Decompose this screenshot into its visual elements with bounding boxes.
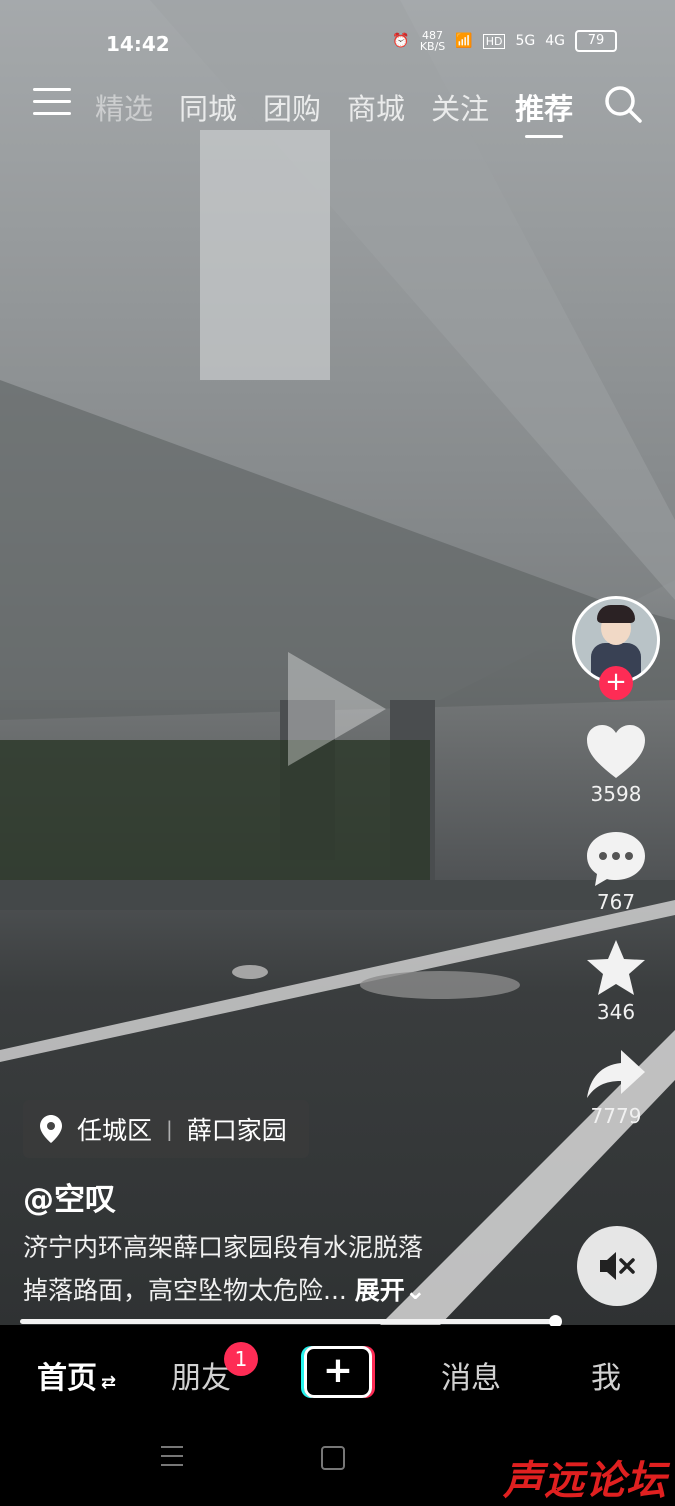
tab-local[interactable]: 同城	[179, 86, 237, 128]
mute-button[interactable]	[577, 1226, 657, 1306]
heart-icon	[587, 725, 645, 778]
play-icon[interactable]	[288, 652, 386, 766]
description-line-1: 济宁内环高架薛口家园段有水泥脱落	[23, 1233, 424, 1262]
like-button[interactable]: 3598	[569, 724, 663, 806]
nav-messages[interactable]: 消息	[441, 1353, 501, 1397]
share-icon	[587, 1050, 645, 1098]
nav-friends[interactable]: 朋友	[171, 1353, 231, 1397]
description-line-2: 掉落路面，高空坠物太危险...	[23, 1276, 347, 1305]
favorite-count: 346	[596, 1000, 636, 1024]
video-description: 济宁内环高架薛口家园段有水泥脱落 掉落路面，高空坠物太危险... 展开⌄	[23, 1226, 493, 1312]
favorite-button[interactable]: 346	[569, 938, 663, 1024]
status-time: 14:42	[106, 32, 170, 56]
follow-button[interactable]: +	[599, 666, 633, 700]
create-button[interactable]: +	[304, 1346, 372, 1398]
top-navigation: 精选 同城 团购 商城 关注 推荐	[0, 82, 675, 138]
recents-icon[interactable]	[161, 1446, 183, 1473]
video-progress-bar[interactable]	[20, 1315, 562, 1328]
menu-icon[interactable]	[33, 88, 71, 120]
nav-home[interactable]: 首页 ⇄	[37, 1353, 116, 1397]
net-speed: 487 KB/S	[419, 29, 446, 53]
switch-icon: ⇄	[101, 1372, 117, 1393]
action-rail: + 3598 767 346 7779	[569, 596, 663, 1128]
signal-4g: 4G	[545, 33, 565, 49]
star-icon	[587, 940, 645, 995]
search-icon[interactable]	[603, 84, 643, 124]
location-separator: |	[166, 1117, 173, 1141]
location-tag[interactable]: 任城区 | 薛口家园	[23, 1100, 309, 1158]
share-button[interactable]: 7779	[569, 1048, 663, 1128]
share-count: 7779	[590, 1104, 642, 1128]
status-bar: 14:42 ⏰ 487 KB/S 📶 HD 5G 4G 79	[0, 30, 675, 60]
tab-recommended[interactable]: 推荐	[515, 86, 573, 138]
speaker-muted-icon	[600, 1252, 635, 1280]
tab-group-buy[interactable]: 团购	[263, 86, 321, 128]
wifi-icon: 📶	[455, 33, 473, 49]
tab-featured[interactable]: 精选	[95, 86, 153, 128]
watermark-logo: 声远论坛	[503, 1458, 667, 1504]
home-icon[interactable]	[321, 1446, 345, 1470]
tab-mall[interactable]: 商城	[347, 86, 405, 128]
location-pin-icon	[40, 1115, 62, 1143]
comment-count: 767	[596, 890, 636, 914]
like-count: 3598	[590, 782, 642, 806]
battery-level: 79	[575, 30, 617, 52]
expand-button[interactable]: 展开⌄	[355, 1276, 426, 1305]
friends-badge: 1	[224, 1342, 258, 1376]
comment-icon	[587, 832, 645, 886]
hd-badge: HD	[482, 33, 506, 49]
author-name[interactable]: @空叹	[23, 1174, 116, 1219]
location-district: 任城区	[77, 1116, 153, 1145]
tab-following[interactable]: 关注	[431, 86, 489, 128]
alarm-icon: ⏰	[392, 33, 410, 49]
nav-me[interactable]: 我	[591, 1353, 621, 1397]
bottom-navigation: 首页 ⇄ 朋友 1 + 消息 我	[0, 1326, 675, 1420]
comment-button[interactable]: 767	[569, 830, 663, 914]
location-place: 薛口家园	[186, 1116, 287, 1145]
signal-5g: 5G	[515, 33, 536, 49]
